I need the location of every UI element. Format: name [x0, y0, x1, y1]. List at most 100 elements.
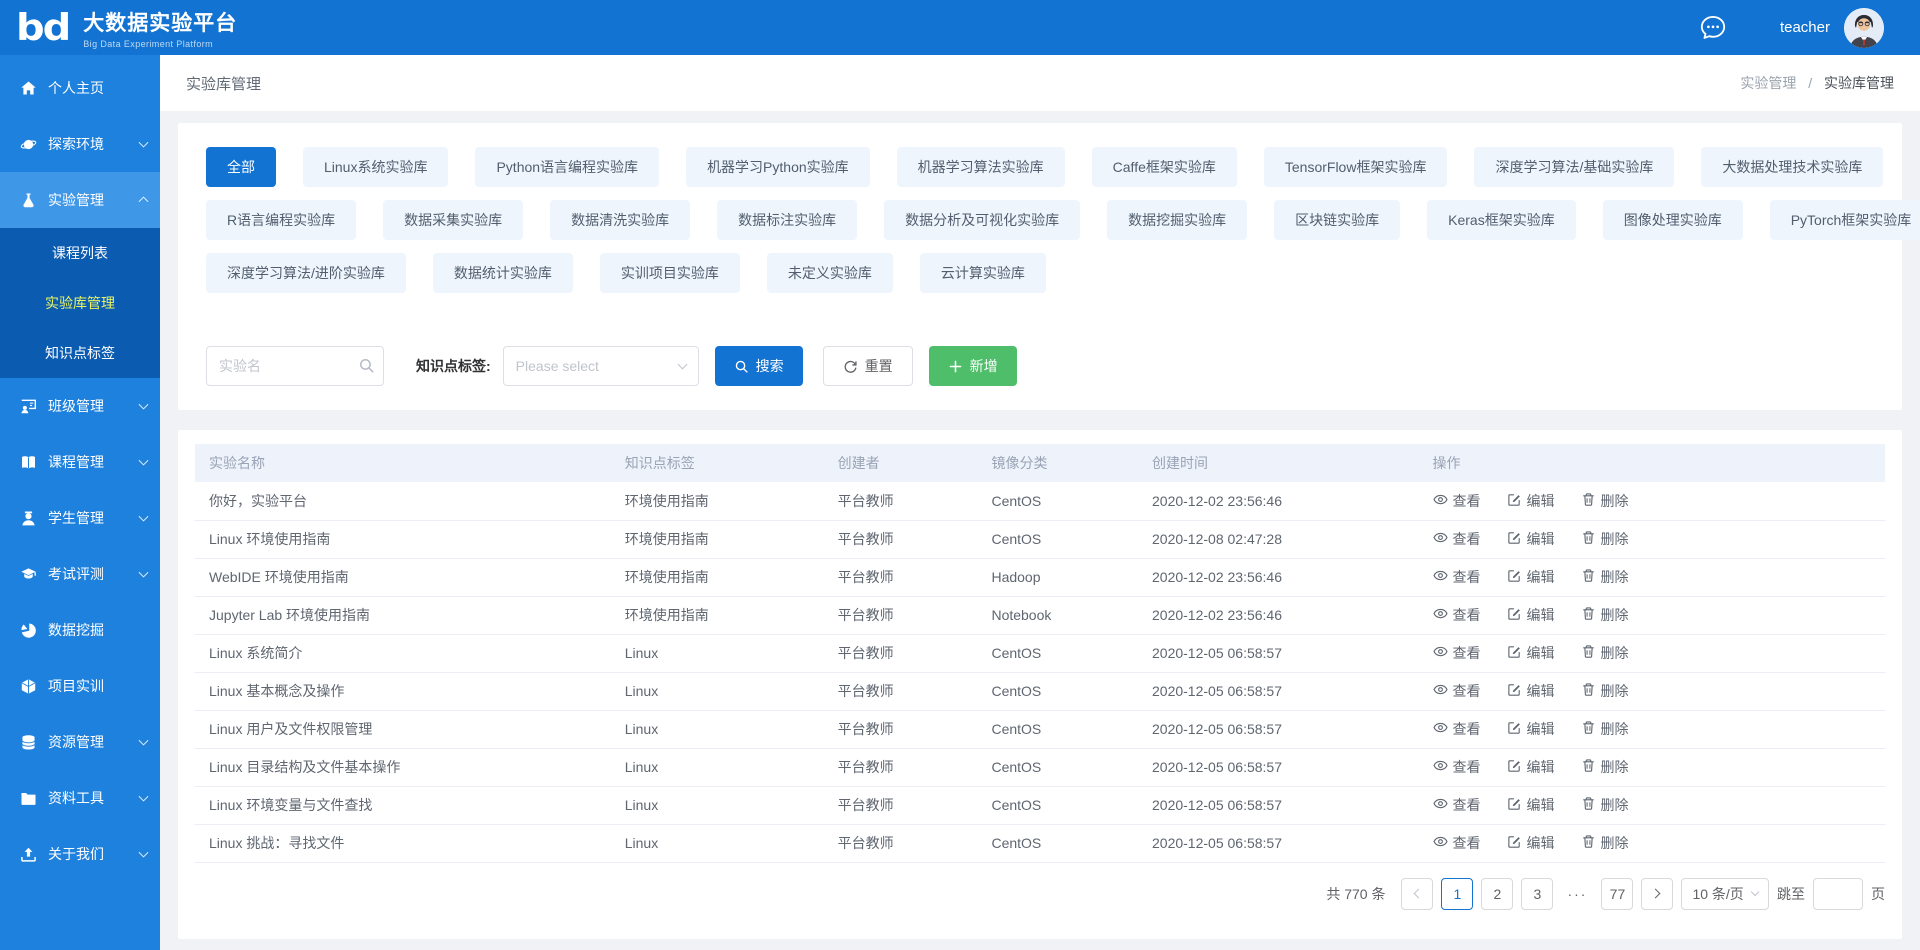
sidebar-item-explore-env[interactable]: 探索环境 [0, 116, 160, 172]
edit-action[interactable]: 编辑 [1507, 491, 1555, 511]
delete-action[interactable]: 删除 [1581, 757, 1629, 777]
edit-action[interactable]: 编辑 [1507, 719, 1555, 739]
chevron-down-icon [677, 359, 687, 369]
page-button-77[interactable]: 77 [1601, 878, 1633, 910]
sidebar-item-data-mining[interactable]: 数据挖掘 [0, 602, 160, 658]
filter-tag[interactable]: Caffe框架实验库 [1092, 147, 1237, 187]
sidebar-item-about-us[interactable]: 关于我们 [0, 826, 160, 882]
filter-tag[interactable]: Keras框架实验库 [1427, 200, 1576, 240]
delete-action[interactable]: 删除 [1581, 567, 1629, 587]
filter-tag[interactable]: 数据挖掘实验库 [1107, 200, 1247, 240]
table-row: Linux 目录结构及文件基本操作Linux平台教师CentOS2020-12-… [195, 748, 1885, 786]
edit-action[interactable]: 编辑 [1507, 529, 1555, 549]
view-action[interactable]: 查看 [1433, 529, 1481, 549]
delete-action[interactable]: 删除 [1581, 681, 1629, 701]
prev-page-button[interactable] [1401, 878, 1433, 910]
sidebar-subitem-course-list[interactable]: 课程列表 [0, 228, 160, 278]
delete-action[interactable]: 删除 [1581, 719, 1629, 739]
table-cell: Hadoop [977, 558, 1138, 596]
filter-tag[interactable]: Python语言编程实验库 [475, 147, 659, 187]
delete-action[interactable]: 删除 [1581, 491, 1629, 511]
sidebar-item-class-management[interactable]: 班级管理 [0, 378, 160, 434]
filter-tag[interactable]: 深度学习算法/进阶实验库 [206, 253, 406, 293]
sidebar-item-home[interactable]: 个人主页 [0, 60, 160, 116]
filter-tag[interactable]: 机器学习算法实验库 [897, 147, 1065, 187]
reset-button[interactable]: 重置 [823, 346, 913, 386]
brand[interactable]: bd 大数据实验平台 Big Data Experiment Platform [16, 7, 237, 49]
edit-action[interactable]: 编辑 [1507, 605, 1555, 625]
filter-tag[interactable]: 深度学习算法/基础实验库 [1474, 147, 1674, 187]
table-cell: Linux 环境使用指南 [195, 520, 611, 558]
filter-tag[interactable]: 数据分析及可视化实验库 [884, 200, 1080, 240]
pagination-ellipsis: ··· [1561, 878, 1593, 910]
sidebar-item-student-management[interactable]: 学生管理 [0, 490, 160, 546]
search-button[interactable]: 搜索 [715, 346, 803, 386]
filter-tag[interactable]: 机器学习Python实验库 [686, 147, 870, 187]
view-action[interactable]: 查看 [1433, 795, 1481, 815]
sidebar-subitem-experiment-library[interactable]: 实验库管理 [0, 278, 160, 328]
page-size-select[interactable]: 10 条/页 [1681, 878, 1769, 910]
delete-action[interactable]: 删除 [1581, 643, 1629, 663]
delete-icon [1581, 492, 1596, 510]
filter-tag[interactable]: 全部 [206, 147, 276, 187]
breadcrumb-parent[interactable]: 实验管理 [1740, 75, 1796, 91]
view-action[interactable]: 查看 [1433, 567, 1481, 587]
sidebar-item-project-training[interactable]: 项目实训 [0, 658, 160, 714]
delete-action[interactable]: 删除 [1581, 529, 1629, 549]
view-action[interactable]: 查看 [1433, 757, 1481, 777]
filter-tag[interactable]: 数据清洗实验库 [550, 200, 690, 240]
knowledge-tag-select[interactable]: Please select [503, 346, 699, 386]
filter-tag[interactable]: 区块链实验库 [1274, 200, 1400, 240]
view-action[interactable]: 查看 [1433, 833, 1481, 853]
avatar[interactable] [1844, 8, 1884, 48]
delete-icon [1581, 606, 1596, 624]
sidebar-item-experiment-management[interactable]: 实验管理 [0, 172, 160, 228]
next-page-button[interactable] [1641, 878, 1673, 910]
filter-tag[interactable]: Linux系统实验库 [303, 147, 448, 187]
sidebar-subitem-knowledge-tags[interactable]: 知识点标签 [0, 328, 160, 378]
filter-tag[interactable]: TensorFlow框架实验库 [1264, 147, 1448, 187]
jump-page-input[interactable] [1813, 878, 1863, 910]
filter-tag[interactable]: 大数据处理技术实验库 [1701, 147, 1883, 187]
edit-icon [1507, 758, 1522, 776]
actions-cell: 查看 编辑 删除 [1419, 710, 1885, 748]
delete-action[interactable]: 删除 [1581, 605, 1629, 625]
filter-tag[interactable]: 实训项目实验库 [600, 253, 740, 293]
home-icon [20, 80, 37, 97]
page-button-1[interactable]: 1 [1441, 878, 1473, 910]
column-header: 创建时间 [1138, 444, 1419, 482]
sidebar-item-resource-management[interactable]: 资源管理 [0, 714, 160, 770]
view-icon [1433, 758, 1448, 776]
edit-action[interactable]: 编辑 [1507, 567, 1555, 587]
view-action[interactable]: 查看 [1433, 605, 1481, 625]
sidebar-item-material-tools[interactable]: 资料工具 [0, 770, 160, 826]
page-button-3[interactable]: 3 [1521, 878, 1553, 910]
sidebar-item-exam-evaluation[interactable]: 考试评测 [0, 546, 160, 602]
add-button[interactable]: 新增 [929, 346, 1017, 386]
messages-icon[interactable] [1698, 13, 1728, 43]
page-title: 实验库管理 [186, 73, 261, 94]
view-action[interactable]: 查看 [1433, 643, 1481, 663]
view-action[interactable]: 查看 [1433, 681, 1481, 701]
edit-action[interactable]: 编辑 [1507, 643, 1555, 663]
edit-action[interactable]: 编辑 [1507, 795, 1555, 815]
chevron-down-icon [139, 138, 149, 148]
sidebar-item-course-management[interactable]: 课程管理 [0, 434, 160, 490]
filter-tag[interactable]: R语言编程实验库 [206, 200, 356, 240]
filter-tag[interactable]: 未定义实验库 [767, 253, 893, 293]
edit-action[interactable]: 编辑 [1507, 833, 1555, 853]
filter-tag[interactable]: 数据统计实验库 [433, 253, 573, 293]
page-button-2[interactable]: 2 [1481, 878, 1513, 910]
delete-action[interactable]: 删除 [1581, 833, 1629, 853]
view-action[interactable]: 查看 [1433, 719, 1481, 739]
filter-tag[interactable]: PyTorch框架实验库 [1770, 200, 1920, 240]
class-icon [20, 398, 37, 415]
edit-action[interactable]: 编辑 [1507, 757, 1555, 777]
filter-tag[interactable]: 数据标注实验库 [717, 200, 857, 240]
view-action[interactable]: 查看 [1433, 491, 1481, 511]
delete-action[interactable]: 删除 [1581, 795, 1629, 815]
filter-tag[interactable]: 云计算实验库 [920, 253, 1046, 293]
filter-tag[interactable]: 图像处理实验库 [1603, 200, 1743, 240]
filter-tag[interactable]: 数据采集实验库 [383, 200, 523, 240]
edit-action[interactable]: 编辑 [1507, 681, 1555, 701]
